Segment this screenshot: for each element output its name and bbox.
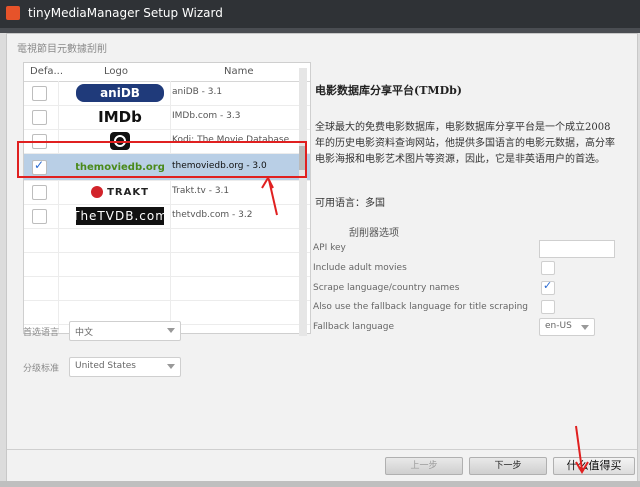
annotation-arrow: [268, 179, 278, 216]
annotation-arrows: [261, 175, 589, 474]
